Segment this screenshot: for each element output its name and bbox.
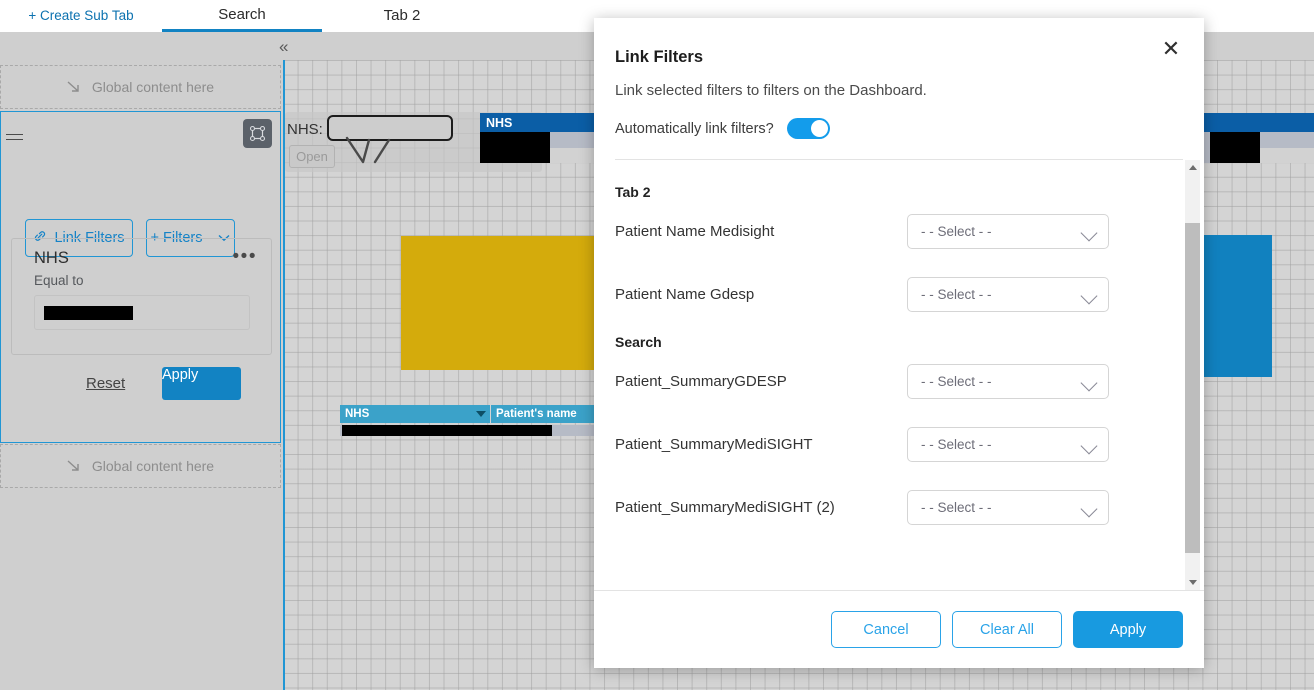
filter-link-select-value: - - Select - -: [921, 224, 992, 239]
chevron-down-icon: [1080, 500, 1098, 518]
filter-link-row-label: Patient Name Gdesp: [615, 286, 755, 303]
close-icon[interactable]: ✕: [1158, 36, 1184, 62]
filter-link-row: Patient_SummaryMediSIGHT - - Select - -: [615, 413, 1164, 476]
dialog-footer: Cancel Clear All Apply: [594, 590, 1204, 668]
filter-group-title: Search: [615, 334, 662, 350]
filter-group-title: Tab 2: [615, 184, 651, 200]
filter-link-select-value: - - Select - -: [921, 287, 992, 302]
filter-groups-list: Tab 2 Patient Name Medisight - - Select - …: [594, 160, 1204, 539]
filter-link-select[interactable]: - - Select - -: [907, 214, 1109, 249]
filter-link-row-label: Patient_SummaryMediSIGHT (2): [615, 499, 835, 516]
filter-link-row: Patient_SummaryMediSIGHT (2) - - Select -…: [615, 476, 1164, 539]
scrollbar-thumb[interactable]: [1185, 223, 1200, 553]
cancel-button[interactable]: Cancel: [831, 611, 941, 648]
chevron-down-icon: [1080, 374, 1098, 392]
filter-link-select[interactable]: - - Select - -: [907, 277, 1109, 312]
filter-link-row-label: Patient_SummaryGDESP: [615, 373, 787, 390]
link-filters-dialog: ✕ Link Filters Link selected filters to …: [594, 18, 1204, 668]
app-root: + Create Sub Tab Search Tab 2 « Global c…: [0, 0, 1314, 690]
dialog-scrollbar[interactable]: [1185, 160, 1200, 590]
scroll-down-icon[interactable]: [1185, 575, 1200, 590]
apply-button[interactable]: Apply: [1073, 611, 1183, 648]
chevron-down-icon: [1080, 287, 1098, 305]
filter-link-row: Patient Name Medisight - - Select - -: [615, 200, 1164, 263]
auto-link-label: Automatically link filters?: [615, 120, 774, 137]
auto-link-toggle[interactable]: [786, 118, 830, 139]
clear-all-button[interactable]: Clear All: [952, 611, 1062, 648]
dialog-body: Tab 2 Patient Name Medisight - - Select - …: [594, 160, 1204, 590]
filter-link-row-label: Patient_SummaryMediSIGHT: [615, 436, 813, 453]
scroll-up-icon[interactable]: [1185, 160, 1200, 175]
auto-link-row: Automatically link filters?: [615, 118, 1204, 139]
chevron-down-icon: [1080, 437, 1098, 455]
filter-link-select-value: - - Select - -: [921, 437, 992, 452]
filter-link-select[interactable]: - - Select - -: [907, 364, 1109, 399]
toggle-knob: [810, 120, 828, 137]
filter-link-row: Patient_SummaryGDESP - - Select - -: [615, 350, 1164, 413]
filter-link-row: Patient Name Gdesp - - Select - -: [615, 263, 1164, 326]
filter-link-select-value: - - Select - -: [921, 500, 992, 515]
filter-link-row-label: Patient Name Medisight: [615, 223, 775, 240]
filter-link-select[interactable]: - - Select - -: [907, 490, 1109, 525]
chevron-down-icon: [1080, 224, 1098, 242]
filter-link-select-value: - - Select - -: [921, 374, 992, 389]
dialog-title: Link Filters: [615, 48, 704, 66]
filter-link-select[interactable]: - - Select - -: [907, 427, 1109, 462]
dialog-subtitle: Link selected filters to filters on the …: [615, 82, 927, 99]
